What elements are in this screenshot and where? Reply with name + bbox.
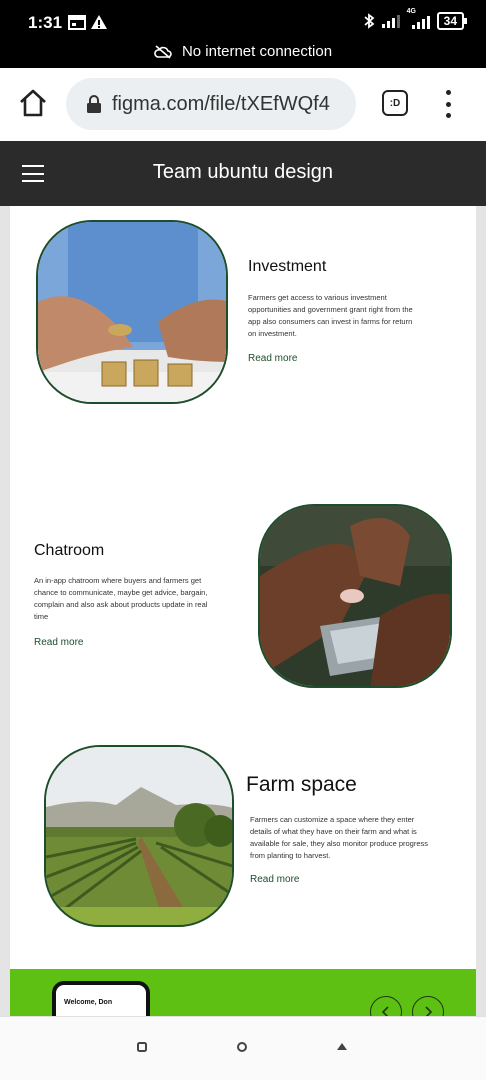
- offline-banner: No internet connection: [0, 43, 486, 60]
- promo-band: Welcome, Don: [10, 969, 476, 1016]
- feature-desc-farm-space: Farmers can customize a space where they…: [250, 815, 429, 860]
- battery-indicator: 34: [436, 12, 468, 30]
- signal-4g-icon: [411, 16, 430, 29]
- feature-title-chatroom: Chatroom: [34, 542, 105, 559]
- signal-icon: [381, 15, 400, 28]
- read-more-chatroom-link[interactable]: Read more: [34, 637, 83, 648]
- back-icon[interactable]: [336, 1041, 348, 1053]
- home-circle-icon[interactable]: [236, 1041, 248, 1053]
- address-bar[interactable]: figma.com/file/tXEfWQf4: [66, 78, 356, 130]
- cloud-off-icon: [154, 44, 172, 59]
- feature-title-investment: Investment: [248, 258, 327, 275]
- calendar-notification-icon: [68, 15, 86, 30]
- read-more-investment-link[interactable]: Read more: [248, 353, 297, 364]
- bluetooth-icon: [364, 13, 375, 29]
- site-header: Team ubuntu design: [0, 141, 486, 206]
- recents-icon[interactable]: [136, 1041, 148, 1053]
- phone-hands-photo: [258, 504, 452, 688]
- lock-icon: [87, 95, 101, 113]
- status-time: 1:31: [28, 13, 63, 32]
- page-canvas: Investment Farmers get access to various…: [0, 206, 486, 1016]
- tab-switcher-button[interactable]: :D: [382, 90, 408, 116]
- feature-desc-investment: Farmers get access to various investment…: [248, 293, 413, 338]
- carousel-next-button[interactable]: [412, 996, 444, 1016]
- site-title: Team ubuntu design: [152, 161, 334, 183]
- welcome-text: Welcome, Don: [64, 999, 113, 1006]
- carousel-prev-button[interactable]: [370, 996, 402, 1016]
- chevron-right-icon: [425, 1006, 433, 1016]
- overflow-menu-icon[interactable]: [440, 90, 456, 118]
- read-more-farm-space-link[interactable]: Read more: [250, 874, 299, 885]
- chevron-left-icon: [381, 1006, 389, 1016]
- coins-photo: [36, 220, 228, 404]
- system-nav-bar: [0, 1016, 486, 1080]
- url-text: figma.com/file/tXEfWQf4: [112, 92, 330, 115]
- home-icon[interactable]: [18, 88, 48, 118]
- offline-message: No internet connection: [181, 43, 333, 60]
- warning-icon: [91, 15, 107, 29]
- status-bar: 1:31 4G 34 No internet connection: [0, 0, 486, 68]
- page-content: Investment Farmers get access to various…: [10, 206, 476, 1016]
- browser-toolbar: figma.com/file/tXEfWQf4 :D: [0, 68, 486, 141]
- feature-desc-chatroom: An in-app chatroom where buyers and farm…: [34, 576, 208, 621]
- feature-title-farm-space: Farm space: [246, 773, 357, 796]
- vineyard-photo: [44, 745, 234, 927]
- phone-mockup: Welcome, Don: [52, 981, 150, 1016]
- phone-screen: Welcome, Don: [56, 985, 146, 1016]
